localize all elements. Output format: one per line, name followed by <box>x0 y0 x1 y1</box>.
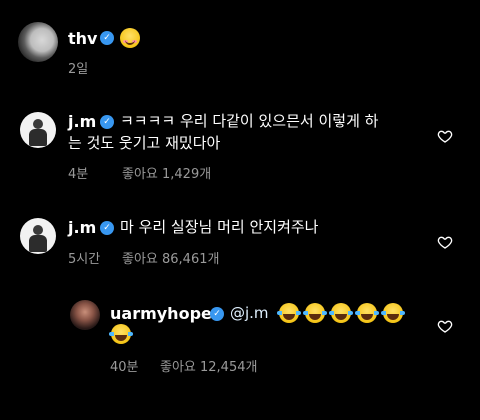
comment-text-line: 마 우리 실장님 머리 안지켜주나 <box>120 218 319 236</box>
heart-outline-icon[interactable] <box>437 318 453 334</box>
reply-time: 40분 <box>110 360 139 375</box>
reply-username[interactable]: uarmyhope <box>110 304 212 323</box>
comment-likes[interactable]: 좋아요 1,429개 <box>122 163 211 182</box>
tears-of-joy-emoji-icon <box>109 324 133 344</box>
avatar-uarmyhope[interactable] <box>70 300 100 330</box>
comment-text-line: 는 것도 웃기고 재밌다아 <box>68 134 221 152</box>
comment-time: 5시간 <box>68 252 101 267</box>
comment-text-line: ㅋㅋㅋㅋ 우리 다같이 있으믄서 이렇게 하 <box>120 112 379 130</box>
tears-of-joy-emoji-icon <box>355 303 379 323</box>
tears-of-joy-emoji-icon <box>381 303 405 323</box>
tears-of-joy-emoji-icon <box>277 303 301 323</box>
verified-badge-icon: ✓ <box>100 31 114 45</box>
tears-of-joy-emoji-icon <box>329 303 353 323</box>
comment-likes[interactable]: 좋아요 86,461개 <box>122 248 219 267</box>
post-time: 2일 <box>68 62 89 77</box>
comment-username[interactable]: j.m <box>68 218 96 237</box>
smiling-face-emoji-icon <box>120 28 140 48</box>
username-thv[interactable]: thv <box>68 29 97 48</box>
verified-badge-icon: ✓ <box>100 221 114 235</box>
verified-badge-icon: ✓ <box>100 115 114 129</box>
avatar-jm[interactable] <box>20 112 56 148</box>
reply-likes[interactable]: 좋아요 12,454개 <box>160 356 257 375</box>
tears-of-joy-emoji-icon <box>303 303 327 323</box>
verified-badge-icon: ✓ <box>210 307 224 321</box>
comment-time: 4분 <box>68 167 89 182</box>
mention-link[interactable]: @j.m <box>230 302 269 324</box>
heart-outline-icon[interactable] <box>437 234 453 250</box>
avatar-thv[interactable] <box>18 22 58 62</box>
heart-outline-icon[interactable] <box>437 128 453 144</box>
avatar-jm[interactable] <box>20 218 56 254</box>
comment-username[interactable]: j.m <box>68 112 96 131</box>
